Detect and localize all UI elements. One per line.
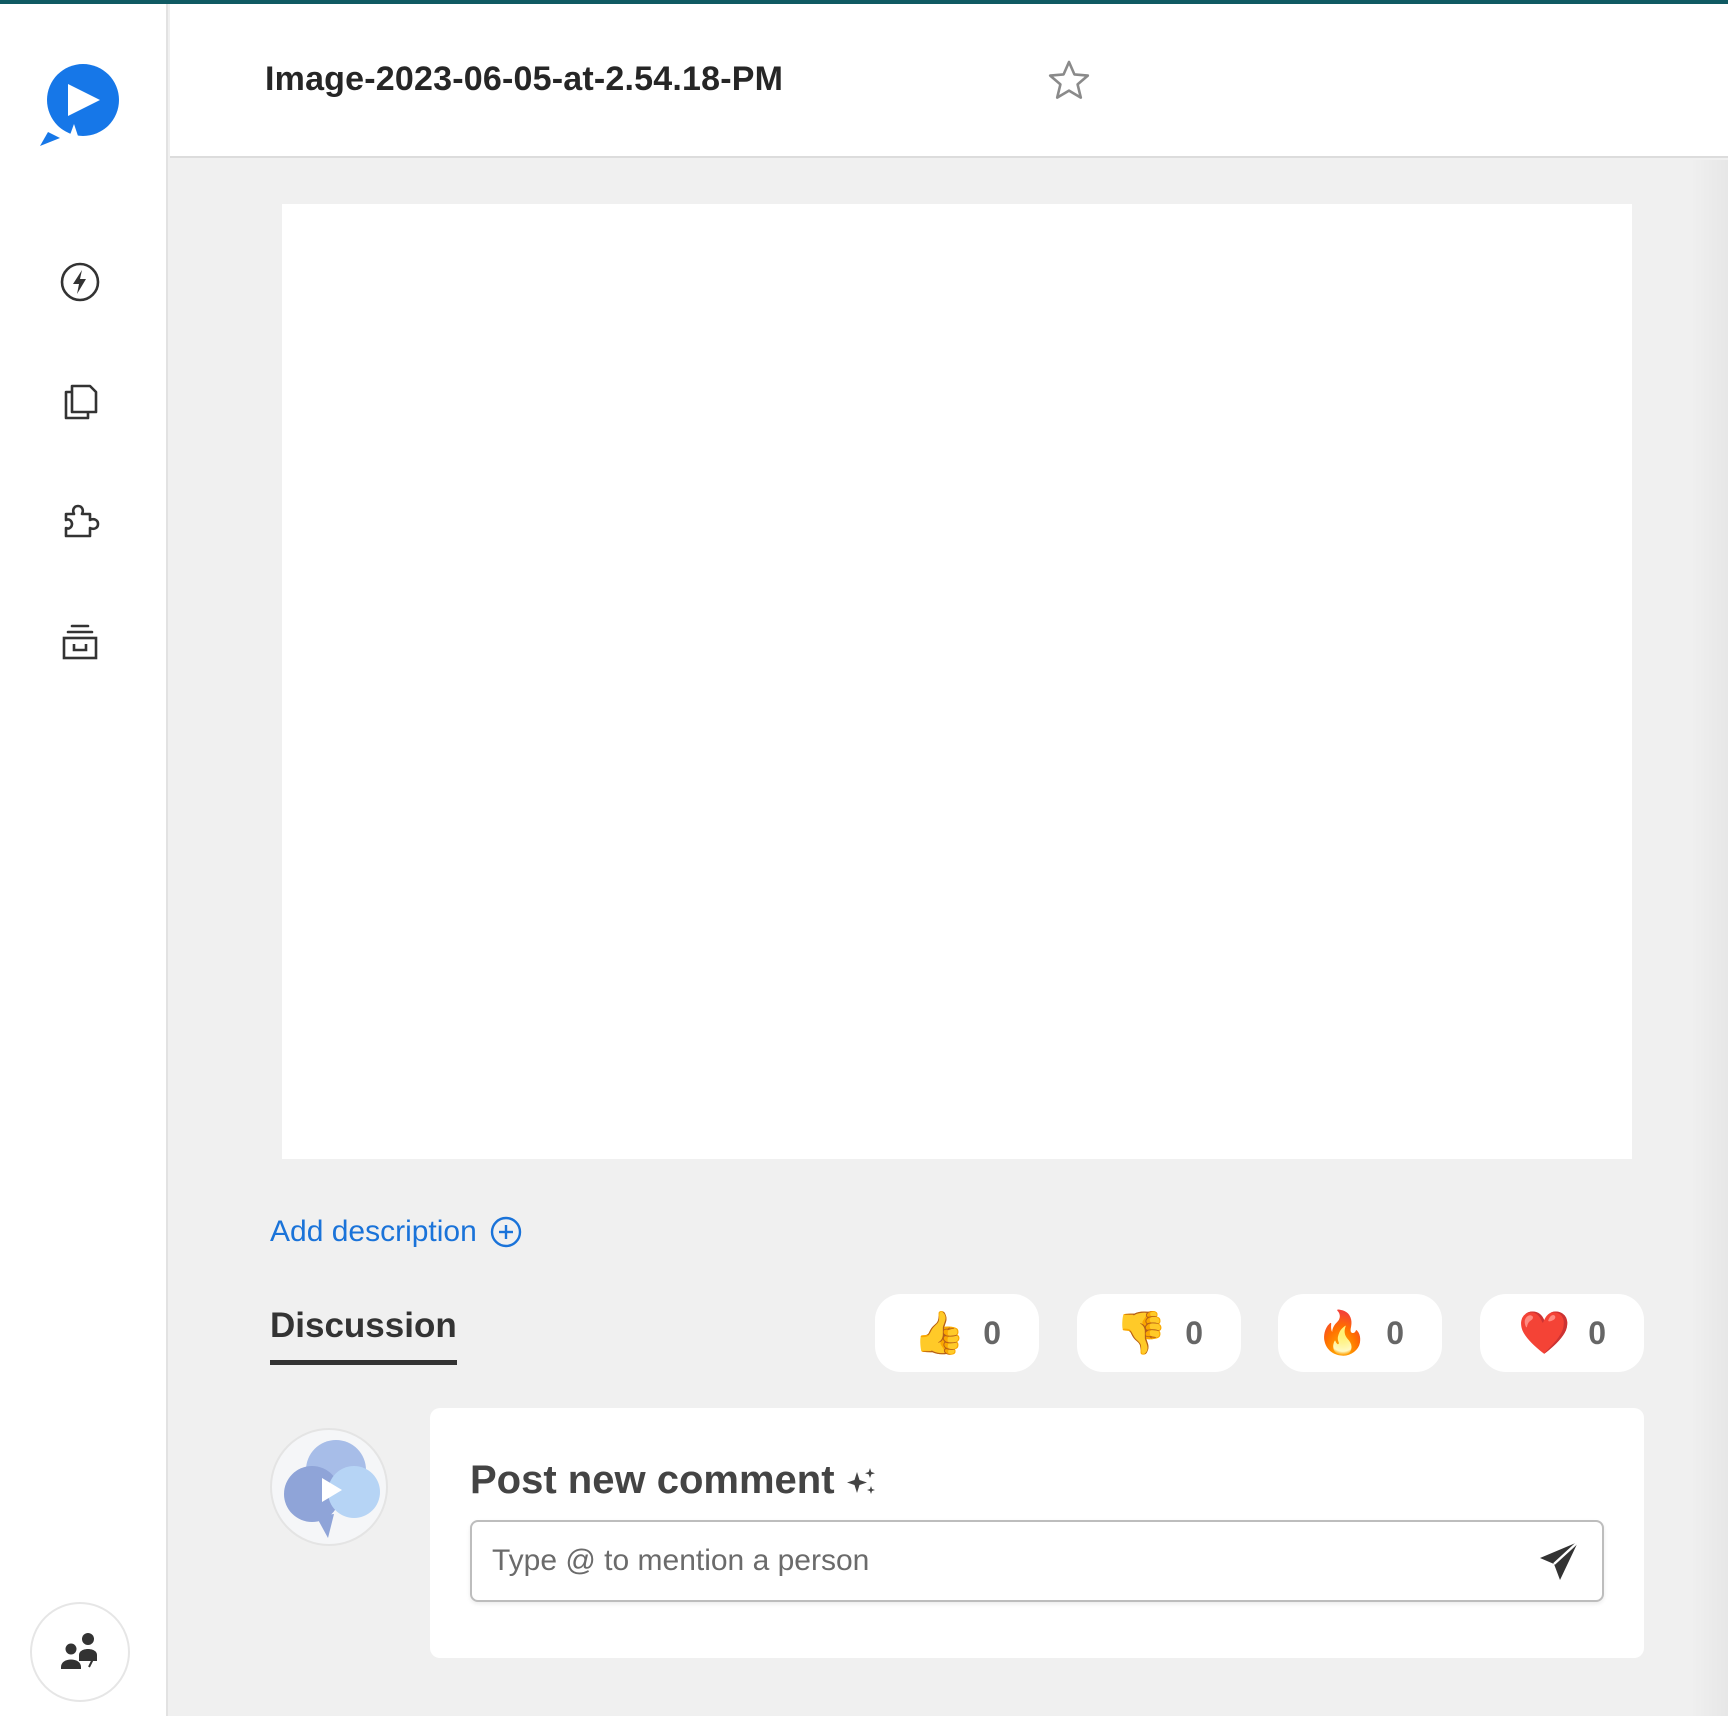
comment-input-container bbox=[470, 1520, 1604, 1602]
comment-input[interactable] bbox=[492, 1522, 1512, 1600]
send-paper-plane-icon bbox=[1540, 1541, 1579, 1580]
app-logo[interactable] bbox=[38, 62, 124, 146]
send-button[interactable] bbox=[1536, 1538, 1582, 1584]
sidebar-item-archive[interactable] bbox=[54, 616, 106, 668]
comment-heading: Post new comment bbox=[470, 1458, 879, 1503]
app-logo-icon bbox=[40, 64, 119, 146]
team-people-icon bbox=[61, 1633, 97, 1669]
thumbs-down-icon: 👎 bbox=[1114, 1308, 1168, 1357]
avatar bbox=[270, 1428, 388, 1546]
reaction-thumbs-down[interactable]: 👎 0 bbox=[1077, 1294, 1241, 1372]
reaction-count: 0 bbox=[1588, 1314, 1607, 1351]
team-button[interactable] bbox=[30, 1602, 130, 1702]
add-description-label: Add description bbox=[270, 1215, 477, 1248]
image-preview[interactable] bbox=[282, 204, 1632, 1159]
reaction-count: 0 bbox=[1386, 1314, 1405, 1351]
sidebar-item-integrations[interactable] bbox=[54, 496, 106, 548]
reaction-heart[interactable]: ❤️ 0 bbox=[1480, 1294, 1644, 1372]
thumbs-up-icon: 👍 bbox=[912, 1308, 966, 1357]
page-title: Image-2023-06-05-at-2.54.18-PM bbox=[265, 60, 784, 98]
comment-heading-text: Post new comment bbox=[470, 1458, 835, 1502]
reaction-count: 0 bbox=[1185, 1314, 1204, 1351]
sidebar bbox=[0, 4, 168, 1716]
plus-circle-icon bbox=[490, 1216, 521, 1248]
new-comment-card: Post new comment bbox=[430, 1408, 1644, 1658]
reaction-fire[interactable]: 🔥 0 bbox=[1278, 1294, 1442, 1372]
heart-icon: ❤️ bbox=[1517, 1308, 1571, 1357]
sparkle-icon bbox=[846, 1467, 875, 1494]
panel-edge-shadow bbox=[1690, 160, 1728, 1716]
puzzle-piece-icon bbox=[64, 504, 100, 538]
reactions-bar: 👍 0 👎 0 🔥 0 ❤️ 0 bbox=[0, 1294, 1728, 1374]
star-outline-icon bbox=[1048, 60, 1090, 99]
reaction-count: 0 bbox=[983, 1314, 1002, 1351]
sidebar-item-pages[interactable] bbox=[54, 376, 106, 428]
sidebar-item-activity[interactable] bbox=[54, 256, 106, 308]
add-description-button[interactable]: Add description bbox=[270, 1212, 523, 1252]
avatar-logo-icon bbox=[284, 1440, 380, 1538]
header: Image-2023-06-05-at-2.54.18-PM bbox=[170, 4, 1728, 158]
favorite-button[interactable] bbox=[1046, 58, 1092, 104]
lightning-bolt-icon bbox=[60, 262, 100, 302]
reaction-thumbs-up[interactable]: 👍 0 bbox=[875, 1294, 1039, 1372]
fire-icon: 🔥 bbox=[1315, 1308, 1369, 1357]
copy-pages-icon bbox=[64, 384, 98, 420]
archive-box-icon bbox=[62, 624, 98, 660]
